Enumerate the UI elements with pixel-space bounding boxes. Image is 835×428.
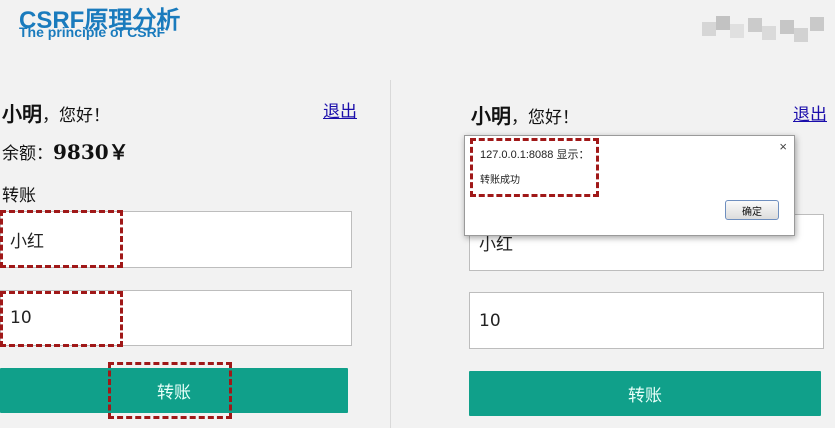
left-transfer-label: 转账 — [2, 186, 36, 206]
left-amount-value: 10 — [10, 308, 32, 328]
right-transfer-button[interactable]: 转账 — [469, 371, 821, 416]
left-amount-input[interactable]: 10 — [0, 290, 352, 346]
alert-title: 127.0.0.1:8088 显示： — [480, 149, 590, 161]
right-greeting-text: ，您好！ — [511, 108, 579, 128]
alert-ok-button[interactable]: 确定 — [725, 200, 779, 220]
right-amount-input[interactable]: 10 — [469, 292, 824, 349]
left-greeting-text: ，您好！ — [42, 106, 110, 126]
balance-label: 余额： — [2, 144, 53, 164]
left-transfer-button[interactable]: 转账 — [0, 368, 348, 413]
close-icon[interactable]: × — [779, 139, 787, 154]
left-recipient-input[interactable]: 小红 — [0, 211, 352, 268]
alert-message: 转账成功 — [480, 175, 520, 186]
left-recipient-value: 小红 — [10, 232, 44, 252]
blurred-watermark — [702, 14, 832, 46]
alert-dialog: 127.0.0.1:8088 显示： 转账成功 × 确定 — [464, 135, 795, 236]
right-greeting: 小明，您好！ — [471, 100, 579, 129]
left-user-name: 小明 — [2, 102, 42, 126]
panel-divider — [390, 80, 391, 428]
left-greeting: 小明，您好！ — [2, 98, 110, 127]
page-subtitle: The principle of CSRF — [19, 24, 166, 40]
balance-value: 9830￥ — [53, 140, 129, 164]
right-user-name: 小明 — [471, 104, 511, 128]
left-balance: 余额：9830￥ — [2, 136, 129, 165]
left-logout-link[interactable]: 退出 — [323, 97, 357, 122]
right-logout-link[interactable]: 退出 — [793, 100, 827, 125]
right-amount-value: 10 — [479, 310, 501, 331]
